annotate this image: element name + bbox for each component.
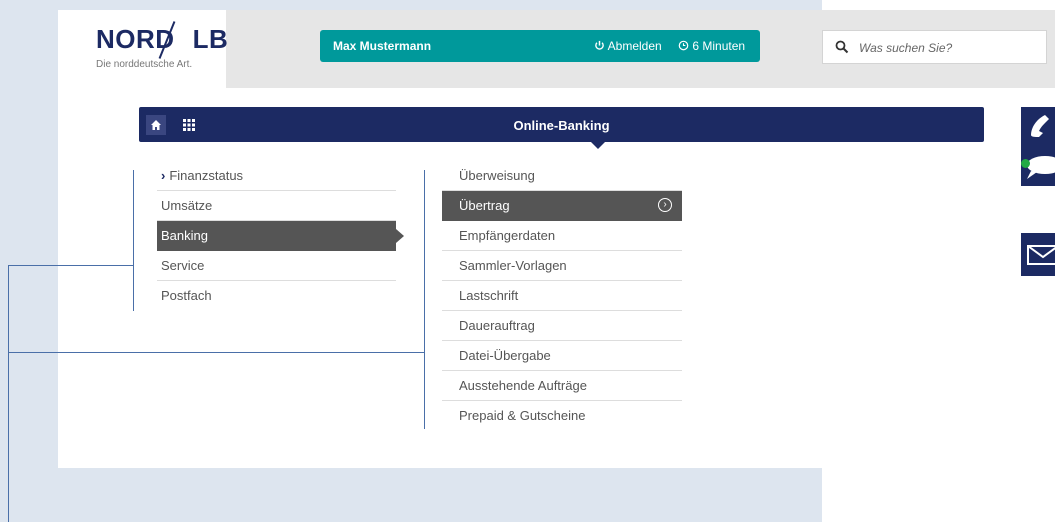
contact-mail-button[interactable] — [1021, 233, 1055, 276]
menu1-item-finanzstatus[interactable]: › Finanzstatus — [157, 161, 396, 191]
menu2-item-ueberweisung[interactable]: Überweisung — [442, 161, 682, 191]
session-timer-label: 6 Minuten — [692, 39, 746, 53]
menu2-item-dauerauftrag[interactable]: Dauerauftrag — [442, 311, 682, 341]
search-input[interactable] — [857, 37, 1041, 59]
menu2-item-prepaid-gutscheine[interactable]: Prepaid & Gutscheine — [442, 401, 682, 431]
logout-button[interactable]: Abmelden — [594, 39, 662, 53]
session-timer: 6 Minuten — [678, 39, 745, 53]
menu2-item-datei-uebergabe[interactable]: Datei-Übergabe — [442, 341, 682, 371]
menu2-item-uebertrag[interactable]: Übertrag › — [442, 191, 682, 221]
logo-text-lb: LB — [192, 24, 229, 54]
logo[interactable]: NORD LB Die norddeutsche Art. — [58, 10, 229, 88]
mail-icon — [1027, 245, 1055, 265]
menu2-item-empfaengerdaten[interactable]: Empfängerdaten — [442, 221, 682, 251]
phone-icon — [1031, 115, 1049, 137]
user-bar: Max Mustermann Abmelden 6 Minuten — [320, 30, 760, 62]
menu1-divider — [133, 170, 134, 311]
online-status-dot — [1021, 159, 1030, 168]
power-icon — [595, 40, 604, 50]
menu2-item-ausstehende-auftraege[interactable]: Ausstehende Aufträge — [442, 371, 682, 401]
nav-pointer — [591, 142, 605, 149]
connector-to-menu2 — [8, 352, 425, 353]
main-nav-bar: Online-Banking — [139, 107, 984, 149]
contact-phone-chat-button[interactable] — [1021, 107, 1055, 186]
menu1-item-service[interactable]: Service — [157, 251, 396, 281]
clock-icon — [678, 40, 689, 51]
connector-vertical — [8, 265, 9, 522]
search-icon — [835, 40, 849, 54]
menu2-divider — [424, 170, 425, 429]
logo-tagline: Die norddeutsche Art. — [96, 59, 193, 70]
menu-level2: Überweisung Übertrag › Empfängerdaten Sam… — [442, 161, 682, 431]
menu-level1: › Finanzstatus Umsätze Banking Service Po… — [157, 161, 404, 311]
menu2-item-sammler-vorlagen[interactable]: Sammler-Vorlagen — [442, 251, 682, 281]
search-box[interactable] — [822, 30, 1047, 64]
menu1-item-umsaetze[interactable]: Umsätze — [157, 191, 396, 221]
chat-icon — [1027, 156, 1055, 179]
nav-title[interactable]: Online-Banking — [139, 118, 984, 133]
chevron-circle-icon: › — [658, 198, 672, 212]
menu1-item-banking[interactable]: Banking — [157, 221, 404, 251]
user-name[interactable]: Max Mustermann — [333, 39, 431, 53]
logout-label: Abmelden — [607, 39, 662, 53]
connector-to-menu1 — [8, 265, 134, 266]
menu2-item-lastschrift[interactable]: Lastschrift — [442, 281, 682, 311]
menu1-item-postfach[interactable]: Postfach — [157, 281, 396, 311]
chevron-right-icon: › — [161, 168, 166, 183]
active-arrow — [396, 229, 404, 243]
